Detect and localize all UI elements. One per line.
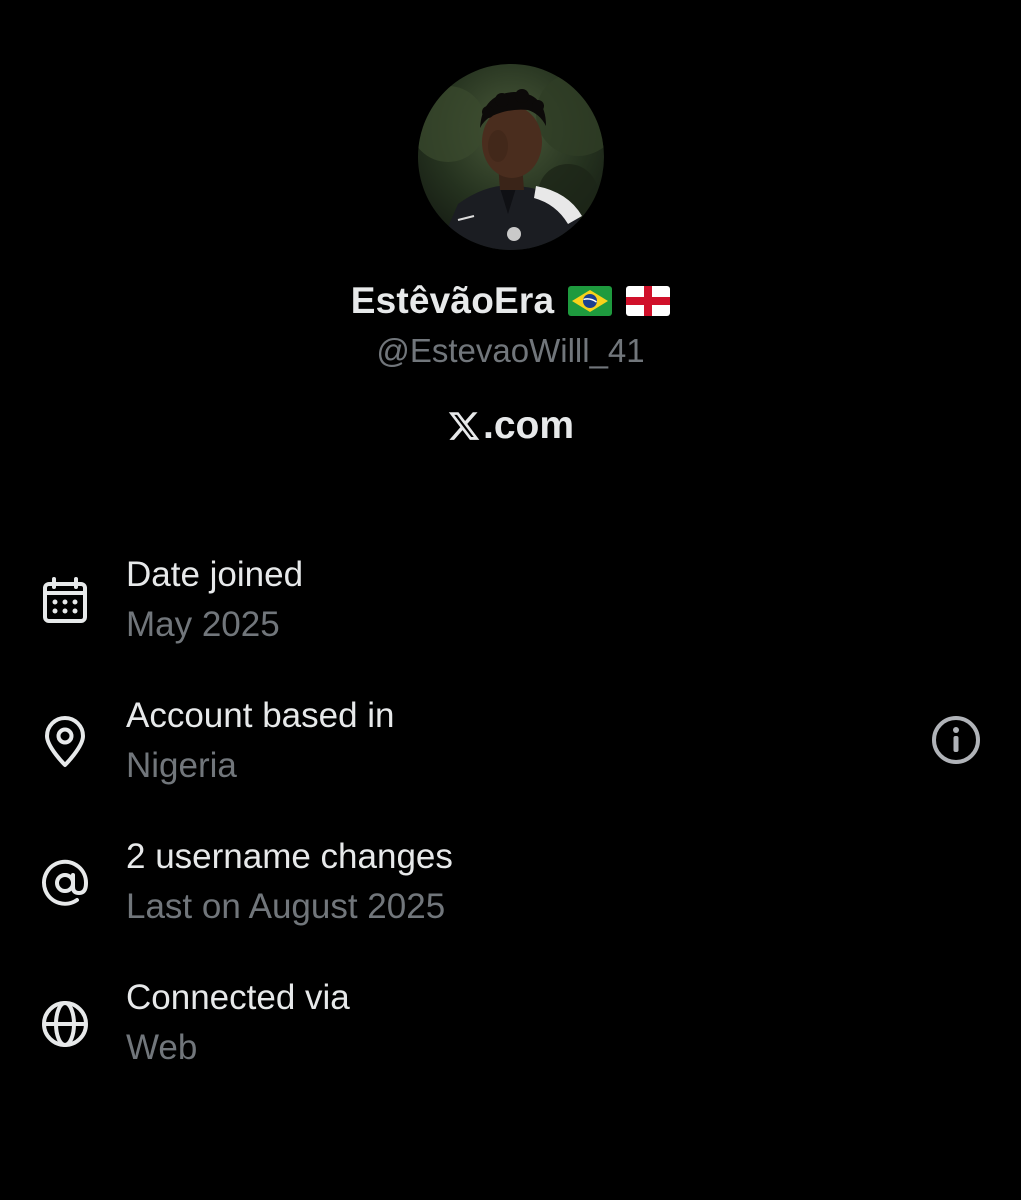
info-title-connected-via: Connected via bbox=[126, 978, 350, 1017]
username-handle: @EstevaoWilll_41 bbox=[376, 332, 645, 369]
info-row-account-based-in: Account based in Nigeria bbox=[0, 689, 1021, 830]
site-domain: .com bbox=[482, 404, 575, 447]
info-icon[interactable] bbox=[930, 714, 982, 766]
avatar-photo bbox=[418, 64, 604, 250]
name-row: EstêvãoEra bbox=[0, 280, 1021, 322]
site-label: .com bbox=[0, 404, 1021, 448]
profile-about-page: EstêvãoEra @EstevaoWilll_41 .com Date jo… bbox=[0, 0, 1021, 1200]
avatar[interactable] bbox=[418, 64, 604, 250]
info-row-username-changes: 2 username changes Last on August 2025 bbox=[0, 830, 1021, 971]
calendar-icon bbox=[38, 574, 92, 628]
display-name: EstêvãoEra bbox=[350, 280, 555, 321]
info-title-username-changes: 2 username changes bbox=[126, 837, 453, 876]
info-value-account-based-in: Nigeria bbox=[126, 746, 237, 785]
info-row-connected-via: Connected via Web bbox=[0, 971, 1021, 1112]
info-value-username-changes: Last on August 2025 bbox=[126, 887, 446, 926]
account-info-list: Date joined May 2025 Account based in Ni… bbox=[0, 548, 1021, 1112]
globe-icon bbox=[38, 997, 92, 1051]
brazil-flag-icon bbox=[568, 286, 613, 316]
info-title-account-based-in: Account based in bbox=[126, 696, 395, 735]
info-title-date-joined: Date joined bbox=[126, 555, 304, 594]
info-value-connected-via: Web bbox=[126, 1028, 198, 1067]
england-flag-icon bbox=[626, 286, 671, 316]
at-sign-icon bbox=[38, 856, 92, 910]
info-row-date-joined: Date joined May 2025 bbox=[0, 548, 1021, 689]
location-pin-icon bbox=[38, 715, 92, 769]
x-logo-icon bbox=[448, 412, 480, 440]
info-value-date-joined: May 2025 bbox=[126, 605, 280, 644]
